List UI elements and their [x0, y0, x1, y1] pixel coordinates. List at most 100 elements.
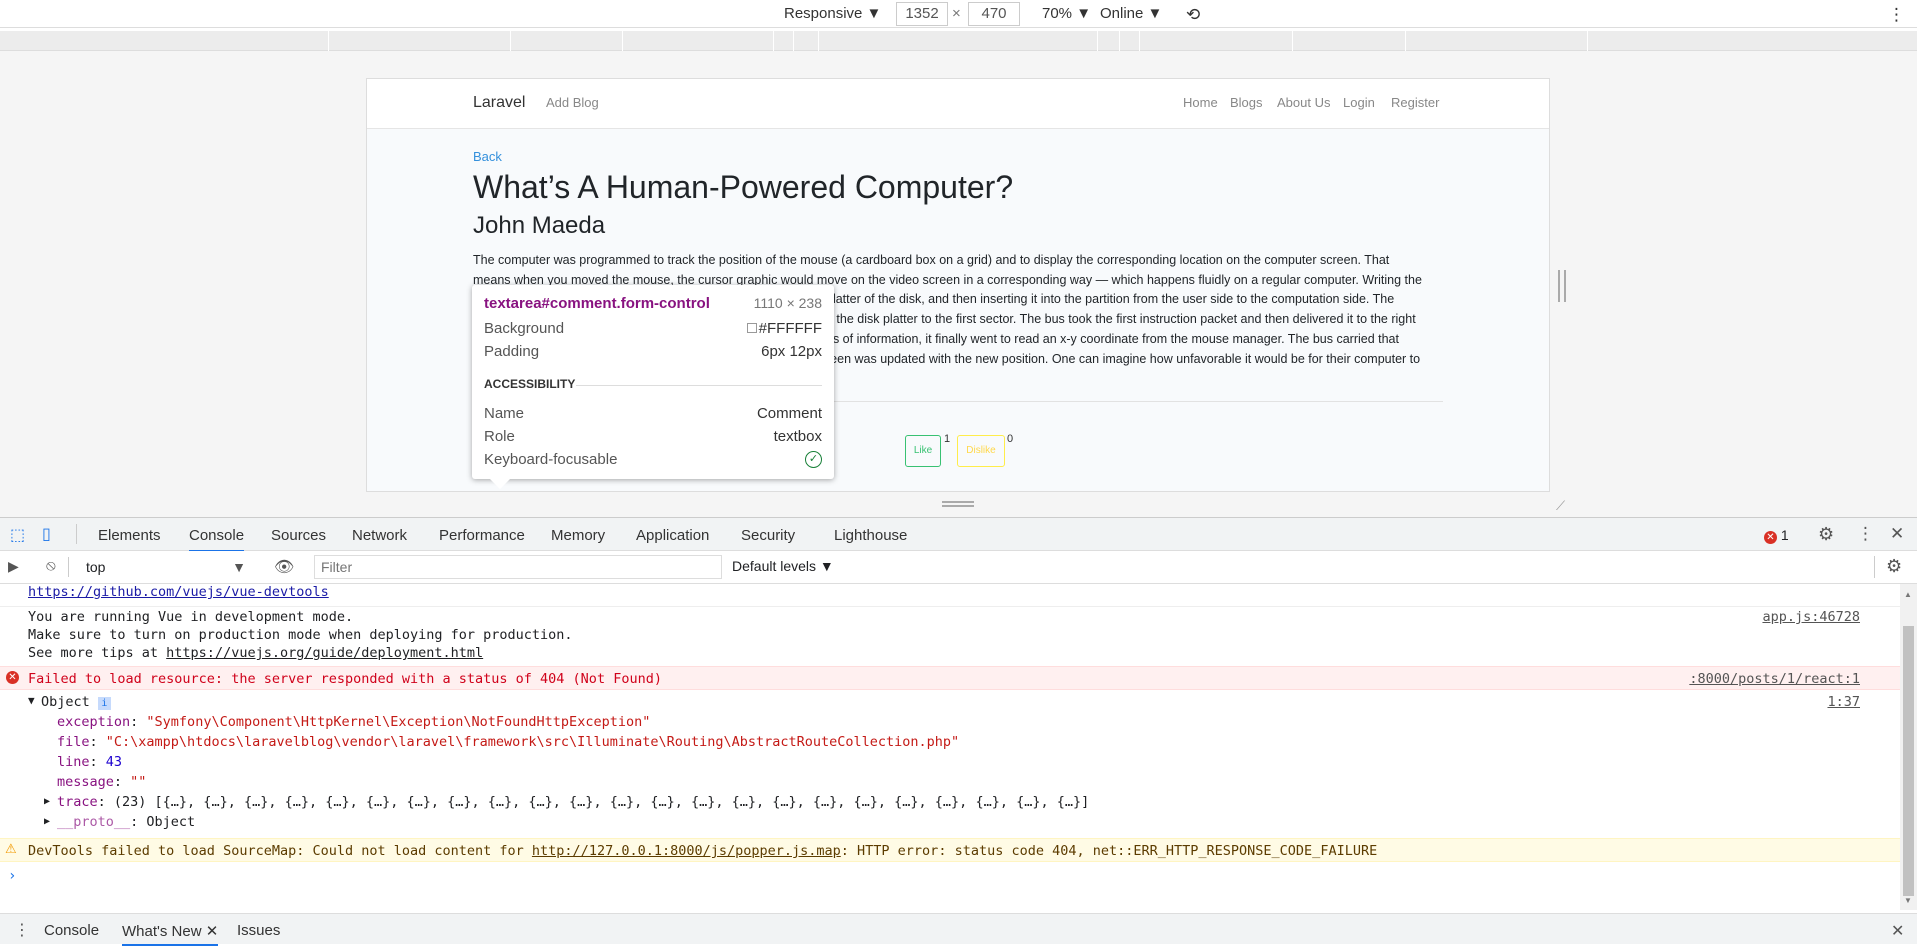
source-link[interactable]: 1:37	[1827, 694, 1860, 710]
network-select[interactable]: Online ▼	[1100, 5, 1162, 22]
add-blog-link[interactable]: Add Blog	[546, 95, 599, 110]
tooltip-name-label: Name	[484, 405, 525, 422]
warning-link[interactable]: http://127.0.0.1:8000/js/popper.js.map	[532, 843, 841, 859]
console-filter-bar: ▶ ⦸ top ▼ 👁 Default levels ▼ ⚙	[0, 551, 1917, 584]
close-drawer-icon[interactable]: ✕	[1891, 921, 1904, 941]
property-key: exception	[57, 714, 131, 730]
context-label: top	[86, 559, 106, 575]
inspect-element-icon[interactable]: ⬚	[10, 525, 25, 545]
vue-devtools-link[interactable]: https://github.com/vuejs/vue-devtools	[28, 584, 329, 600]
object-label[interactable]: Object i	[41, 694, 111, 710]
device-select[interactable]: Responsive ▼	[784, 5, 881, 22]
device-toggle-icon[interactable]: ▯	[42, 524, 51, 544]
property-value: Object	[146, 814, 196, 830]
site-brand[interactable]: Laravel	[473, 94, 525, 112]
corner-resize-icon[interactable]: ⟋	[1556, 498, 1570, 513]
settings-gear-icon[interactable]: ⚙	[1818, 524, 1834, 545]
device-toolbar: Responsive ▼ 1352 × 470 70% ▼ Online ▼ ⟲…	[0, 0, 1917, 28]
network-label: Online	[1100, 5, 1144, 22]
drawer-tab-whats-new[interactable]: What's New ✕	[122, 922, 219, 946]
tab-network[interactable]: Network	[352, 527, 407, 544]
inspect-tooltip: textarea#comment.form-control 1110 × 238…	[472, 285, 834, 489]
height-resize-handle[interactable]	[942, 501, 974, 507]
vue-tips-prefix: See more tips at	[28, 645, 167, 661]
filter-input[interactable]	[314, 555, 722, 579]
console-message: https://github.com/vuejs/vue-devtools	[0, 584, 1900, 602]
scroll-thumb[interactable]	[1903, 626, 1914, 896]
eye-icon[interactable]: 👁	[274, 557, 294, 577]
info-icon: i	[97, 697, 111, 710]
property-value: 43	[105, 754, 123, 770]
console-prompt[interactable]: ›	[0, 866, 1900, 888]
context-select[interactable]: top ▼	[86, 559, 246, 575]
devtools-drawer: ⋮ Console What's New ✕ Issues ✕	[0, 913, 1917, 946]
nav-about-us[interactable]: About Us	[1277, 95, 1330, 110]
rotate-icon[interactable]: ⟲	[1186, 5, 1200, 25]
expand-triangle-icon[interactable]: ▶	[44, 816, 50, 827]
like-button[interactable]: Like	[905, 435, 941, 467]
property-key: line	[57, 754, 90, 770]
width-input[interactable]: 1352	[896, 2, 948, 26]
levels-select[interactable]: Default levels ▼	[732, 558, 834, 574]
nav-register[interactable]: Register	[1391, 95, 1439, 110]
tab-elements[interactable]: Elements	[98, 527, 161, 544]
drawer-tab-whats-new-label: What's New	[122, 923, 202, 940]
like-count: 1	[944, 433, 951, 445]
tooltip-accessibility-heading: ACCESSIBILITY	[484, 377, 576, 391]
nav-login[interactable]: Login	[1343, 95, 1375, 110]
source-link[interactable]: :8000/posts/1/react:1	[1689, 671, 1860, 687]
object-property[interactable]: __proto__: Object	[57, 814, 195, 830]
error-count: 1	[1780, 527, 1789, 543]
console-settings-icon[interactable]: ⚙	[1886, 556, 1902, 577]
drawer-tab-issues[interactable]: Issues	[237, 922, 280, 939]
expand-triangle-icon[interactable]: ▶	[44, 796, 50, 807]
close-devtools-icon[interactable]: ✕	[1890, 524, 1904, 544]
tooltip-divider	[576, 385, 822, 386]
filter-divider-right	[1874, 556, 1875, 578]
devtools-toolbar: ⬚ ▯ Elements Console Sources Network Per…	[0, 517, 1917, 552]
vue-tips-link[interactable]: https://vuejs.org/guide/deployment.html	[166, 645, 483, 661]
devtools-more-icon[interactable]: ⋮	[1857, 524, 1874, 544]
object-property[interactable]: trace: (23) [{…}, {…}, {…}, {…}, {…}, {……	[57, 794, 1089, 810]
object-property: file: "C:\xampp\htdocs\laravelblog\vendo…	[57, 734, 960, 750]
clear-console-icon[interactable]: ⦸	[46, 557, 56, 574]
more-options-icon[interactable]: ⋮	[1888, 5, 1905, 25]
nav-blogs[interactable]: Blogs	[1230, 95, 1263, 110]
zoom-select[interactable]: 70% ▼	[1042, 5, 1091, 22]
tooltip-size: 1110 × 238	[753, 295, 822, 311]
back-link[interactable]: Back	[473, 149, 1443, 164]
tab-application[interactable]: Application	[636, 527, 709, 544]
height-input[interactable]: 470	[968, 2, 1020, 26]
dislike-button[interactable]: Dislike	[957, 435, 1005, 467]
width-resize-handle[interactable]	[1558, 270, 1566, 302]
zoom-label: 70%	[1042, 5, 1073, 22]
property-key: file	[57, 734, 90, 750]
scroll-down-icon[interactable]: ▼	[1904, 896, 1912, 905]
media-query-ruler	[0, 31, 1917, 51]
tab-performance[interactable]: Performance	[439, 527, 525, 544]
tab-sources[interactable]: Sources	[271, 527, 326, 544]
drawer-tab-console[interactable]: Console	[44, 922, 99, 939]
tooltip-name-value: Comment	[756, 405, 822, 422]
property-value: "Symfony\Component\HttpKernel\Exception\…	[146, 714, 651, 730]
close-tab-icon[interactable]: ✕	[206, 923, 219, 940]
post-author: John Maeda	[473, 212, 606, 239]
tab-console[interactable]: Console	[189, 527, 245, 552]
sidebar-toggle-icon[interactable]: ▶	[8, 558, 19, 575]
tab-security[interactable]: Security	[741, 527, 795, 544]
tooltip-selector: textarea#comment.form-control	[484, 295, 710, 312]
nav-home[interactable]: Home	[1183, 95, 1218, 110]
property-value: (23) [{…}, {…}, {…}, {…}, {…}, {…}, {…},…	[113, 794, 1090, 810]
drawer-menu-icon[interactable]: ⋮	[14, 920, 30, 940]
console-output: https://github.com/vuejs/vue-devtools Yo…	[0, 584, 1900, 910]
levels-label: Default levels	[732, 558, 817, 574]
tab-memory[interactable]: Memory	[551, 527, 605, 544]
expand-triangle-icon[interactable]: ▼	[28, 694, 35, 707]
scroll-up-icon[interactable]: ▲	[1904, 590, 1912, 599]
console-scrollbar[interactable]: ▲ ▼	[1900, 584, 1917, 910]
console-message: You are running Vue in development mode.…	[0, 606, 1900, 666]
source-link[interactable]: app.js:46728	[1762, 609, 1860, 625]
tab-lighthouse[interactable]: Lighthouse	[834, 527, 907, 544]
object-property: exception: "Symfony\Component\HttpKernel…	[57, 714, 651, 730]
error-counter[interactable]: ✕ 1	[1764, 527, 1789, 544]
